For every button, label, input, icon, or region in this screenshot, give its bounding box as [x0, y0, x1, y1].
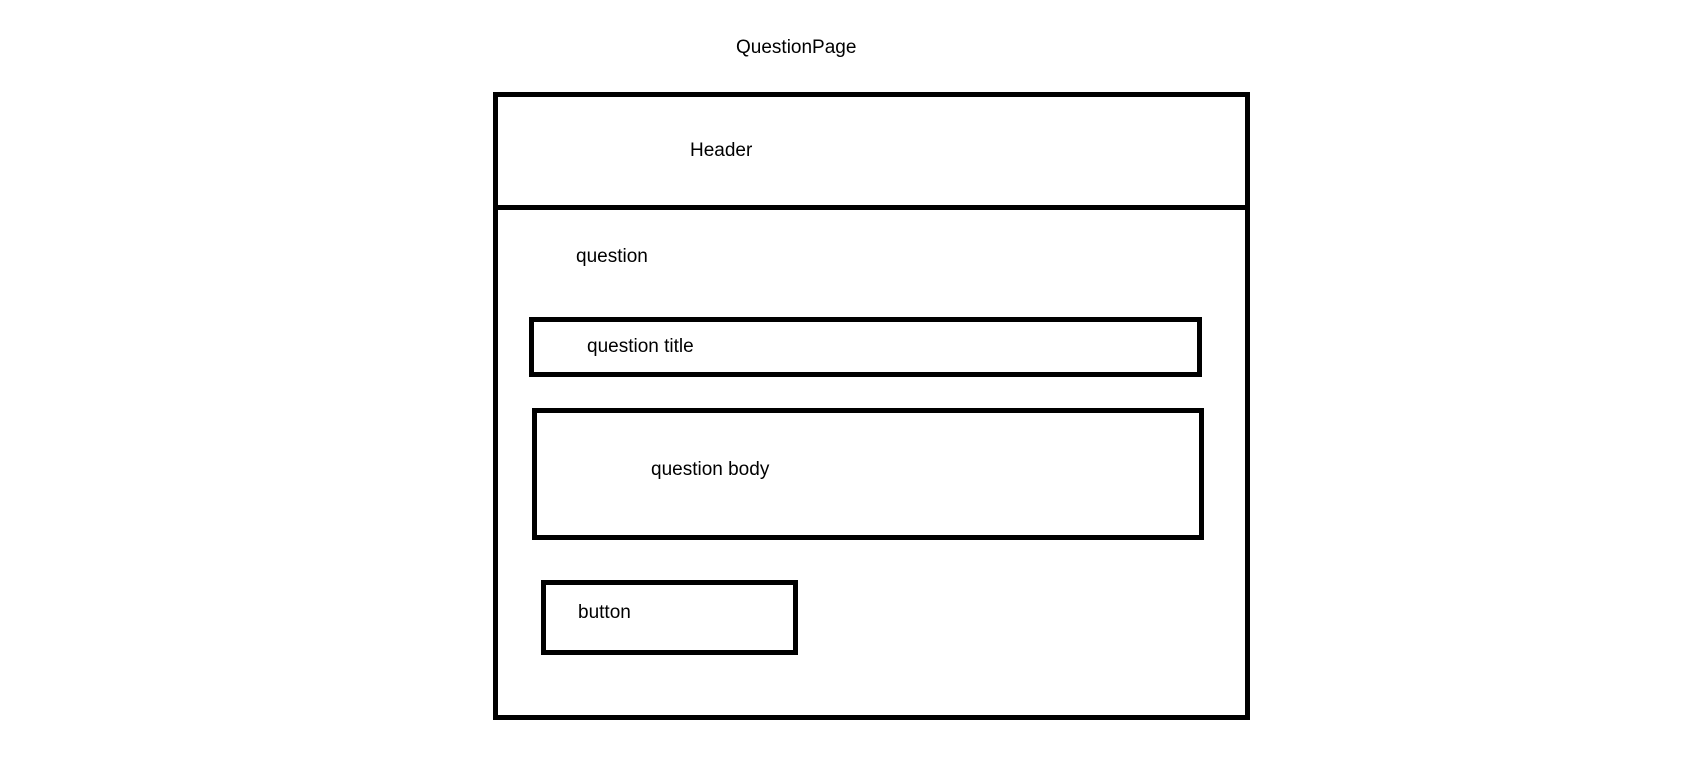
question-section-label: question [576, 246, 648, 267]
header-label: Header [690, 140, 753, 161]
page-title: QuestionPage [736, 37, 857, 58]
question-body-label: question body [651, 459, 770, 480]
button-label: button [578, 602, 631, 623]
question-body-box [532, 408, 1204, 540]
header-divider [493, 205, 1250, 210]
question-title-label: question title [587, 336, 694, 357]
